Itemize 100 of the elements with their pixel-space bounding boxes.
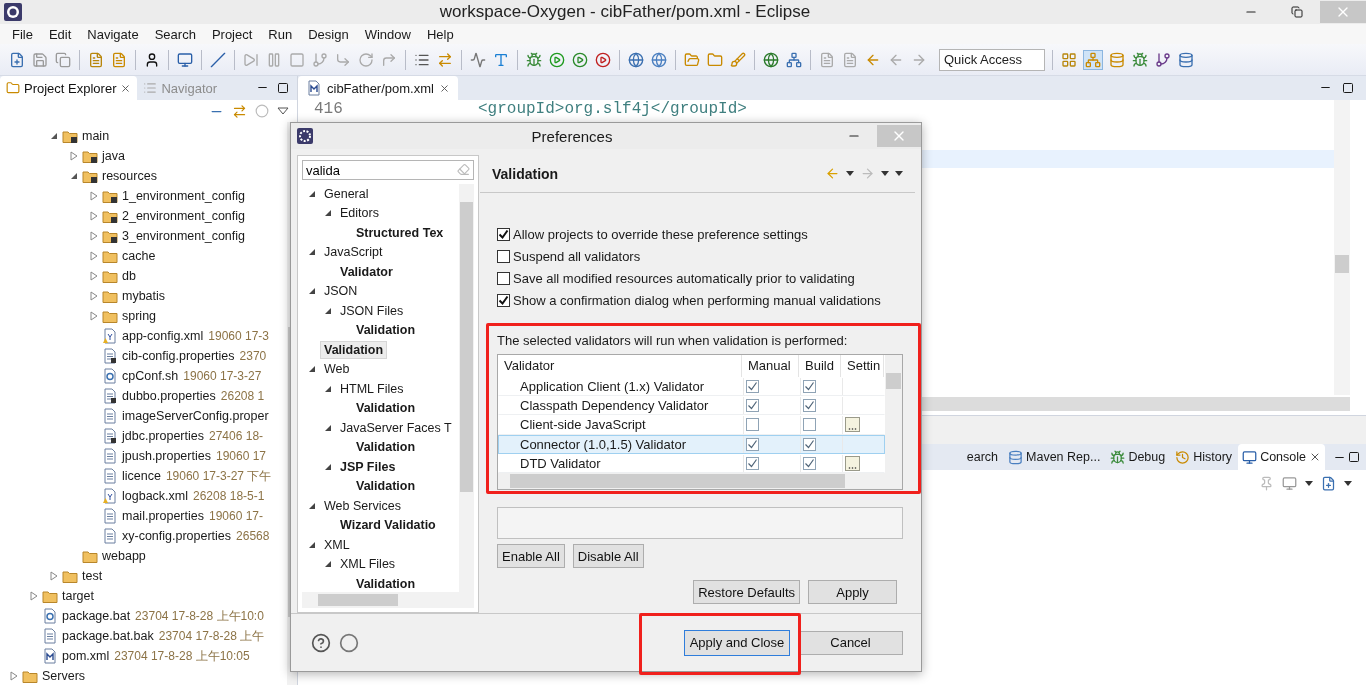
collapsed-arrow-icon[interactable] — [10, 671, 18, 681]
tree-item[interactable]: jdbc.properties — [122, 429, 204, 443]
collapsed-arrow-icon[interactable] — [90, 311, 98, 321]
column-header[interactable]: Build — [799, 355, 841, 377]
table-row[interactable]: Classpath Dependency Validator — [498, 396, 885, 416]
menu-item[interactable]: Edit — [40, 26, 80, 42]
preference-item[interactable]: JavaScript — [320, 243, 387, 262]
preference-item[interactable]: Validation — [352, 321, 420, 340]
table-row[interactable]: DTD Validator — [498, 453, 885, 473]
tree-item[interactable]: imageServerConfig.proper — [122, 409, 269, 423]
close-icon[interactable] — [1309, 451, 1321, 463]
scrollbar[interactable] — [302, 592, 474, 608]
settings-button[interactable] — [845, 455, 860, 471]
tree-item[interactable]: 2_environment_config — [122, 209, 245, 223]
preference-item[interactable]: HTML Files — [336, 379, 408, 398]
maximize-icon[interactable] — [1342, 82, 1354, 94]
view-tab[interactable]: Debug — [1106, 444, 1170, 470]
collapsed-arrow-icon[interactable] — [90, 191, 98, 201]
expanded-arrow-icon[interactable] — [324, 560, 332, 569]
scrollbar[interactable] — [885, 355, 902, 473]
tree-item[interactable]: spring — [122, 309, 157, 323]
tree-item[interactable]: webapp — [102, 549, 146, 563]
checkbox[interactable] — [803, 437, 816, 451]
expanded-arrow-icon[interactable] — [324, 423, 332, 432]
table-row[interactable]: Application Client (1.x) Validator — [498, 376, 885, 397]
preference-item[interactable]: Structured Tex — [352, 223, 448, 242]
checkbox[interactable] — [497, 227, 510, 241]
expanded-arrow-icon[interactable] — [324, 209, 332, 218]
preference-item[interactable]: JSP Files — [336, 457, 400, 476]
monitor-icon[interactable] — [1282, 475, 1297, 491]
menu-item[interactable]: Project — [203, 26, 261, 42]
collapsed-arrow-icon[interactable] — [30, 591, 38, 601]
caret-icon[interactable] — [1344, 480, 1352, 486]
table-row[interactable]: Connector (1.0,1.5) Validator — [498, 434, 885, 454]
preference-item[interactable]: Validation — [352, 477, 420, 496]
filter-field[interactable]: valida — [302, 160, 474, 180]
menu-item[interactable]: Navigate — [79, 26, 147, 42]
tree-item[interactable]: java — [102, 149, 125, 163]
column-header[interactable]: Manual — [742, 355, 799, 377]
tree-item[interactable]: cib-config.properties — [122, 349, 235, 363]
settings-button[interactable] — [845, 417, 860, 433]
checkbox-label[interactable]: Save all modified resources automatically prior to validating — [513, 270, 855, 286]
dialog-button[interactable]: Cancel — [798, 630, 903, 655]
preference-item[interactable]: Validation — [352, 399, 420, 418]
expanded-arrow-icon[interactable] — [308, 365, 316, 374]
collapsed-arrow-icon[interactable] — [50, 571, 58, 581]
toolbar-button[interactable] — [1154, 50, 1172, 69]
preference-item[interactable]: Editors — [336, 204, 383, 223]
caret-icon[interactable] — [1305, 480, 1313, 486]
checkbox[interactable] — [497, 293, 510, 307]
tree-item[interactable]: pom.xml — [62, 649, 110, 663]
expanded-arrow-icon[interactable] — [324, 306, 332, 315]
maximize-icon[interactable] — [277, 82, 289, 94]
expanded-arrow-icon[interactable] — [308, 189, 316, 198]
collapsed-arrow-icon[interactable] — [90, 211, 98, 221]
tree-item[interactable]: 1_environment_config — [122, 189, 245, 203]
collapsed-arrow-icon[interactable] — [90, 291, 98, 301]
view-tab[interactable]: Console — [1238, 444, 1325, 470]
dialog-button[interactable]: Apply and Close — [684, 629, 790, 656]
expanded-arrow-icon[interactable] — [308, 501, 316, 510]
tree-item[interactable]: dubbo.properties — [122, 389, 216, 403]
tree-item[interactable]: jpush.properties — [122, 449, 211, 463]
dialog-button[interactable]: Disable All — [572, 544, 644, 568]
tree-item[interactable]: mail.properties — [122, 509, 204, 523]
tree-item[interactable]: db — [122, 269, 136, 283]
maximize-icon[interactable] — [1348, 451, 1360, 463]
collapsed-arrow-icon[interactable] — [90, 231, 98, 241]
preference-item[interactable]: XML Files — [336, 555, 400, 574]
dialog-button[interactable]: Enable All — [497, 544, 565, 568]
collapsed-arrow-icon[interactable] — [90, 251, 98, 261]
tree-item[interactable]: Servers — [42, 669, 86, 683]
view-tab[interactable]: History — [1171, 444, 1237, 470]
checkbox[interactable] — [803, 399, 816, 413]
column-header[interactable]: Settin — [841, 355, 884, 377]
close-icon[interactable] — [438, 82, 450, 94]
tree-item[interactable]: logback.xml — [122, 489, 188, 503]
expanded-arrow-icon[interactable] — [324, 384, 332, 393]
checkbox[interactable] — [497, 249, 510, 263]
checkbox[interactable] — [746, 437, 759, 451]
preference-item[interactable]: JSON — [320, 282, 362, 301]
editor-tab[interactable]: cibFather/pom.xml — [298, 76, 458, 100]
preference-item[interactable]: JavaServer Faces T — [336, 418, 456, 437]
view-tab[interactable]: Maven Rep... — [1004, 444, 1105, 470]
scrollbar[interactable] — [498, 473, 902, 489]
tree-item[interactable]: mybatis — [122, 289, 166, 303]
menu-item[interactable]: Design — [300, 26, 357, 42]
checkbox[interactable] — [746, 399, 759, 413]
menu-item[interactable]: Window — [356, 26, 419, 42]
tree-item[interactable]: package.bat.bak — [62, 629, 154, 643]
view-menu-icon[interactable] — [277, 107, 289, 115]
tree-item[interactable]: app-config.xml — [122, 329, 204, 343]
preference-item[interactable]: JSON Files — [336, 301, 408, 320]
expanded-arrow-icon[interactable] — [308, 248, 316, 257]
preference-item[interactable]: Validation — [352, 438, 420, 457]
quick-access-field[interactable]: Quick Access — [939, 48, 1045, 71]
checkbox[interactable] — [497, 271, 510, 285]
preference-item[interactable]: General — [320, 184, 373, 203]
collapsed-arrow-icon[interactable] — [90, 271, 98, 281]
column-header[interactable]: Validator — [498, 355, 742, 377]
caret-icon[interactable] — [846, 171, 854, 176]
